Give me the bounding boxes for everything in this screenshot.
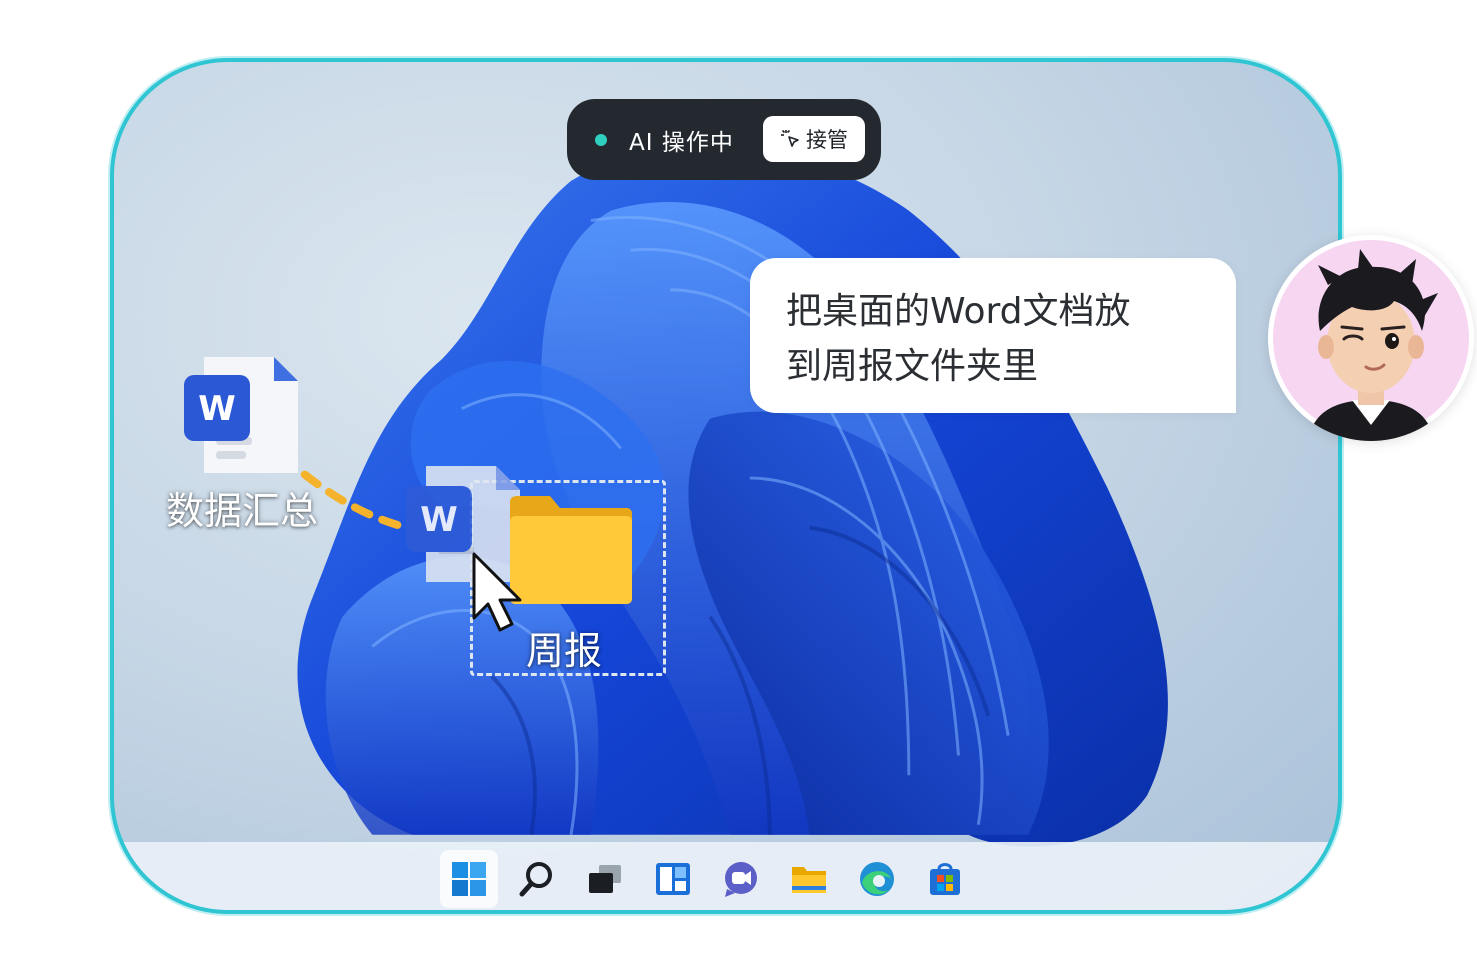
svg-text:W: W	[420, 500, 458, 540]
user-avatar-icon	[1273, 240, 1469, 441]
word-document-icon[interactable]: W	[182, 357, 302, 475]
takeover-label: 接管	[806, 128, 848, 152]
taskbar-icons	[440, 848, 974, 910]
taskbar-store-button[interactable]	[916, 850, 974, 908]
mouse-cursor-icon	[472, 552, 522, 632]
user-avatar	[1268, 235, 1474, 441]
ai-status-bar: AI 操作中 接管	[567, 99, 881, 180]
instruction-line-1: 把桌面的Word文档放	[786, 291, 1131, 332]
status-dot	[595, 133, 607, 146]
status-text: AI 操作中	[629, 129, 734, 156]
taskbar-task-view-button[interactable]	[576, 850, 634, 908]
teams-chat-icon	[725, 862, 757, 897]
svg-text:W: W	[198, 389, 236, 429]
taskbar-edge-button[interactable]	[848, 850, 906, 908]
takeover-button[interactable]: 接管	[763, 116, 865, 162]
search-icon	[519, 862, 552, 897]
microsoft-store-icon	[930, 863, 960, 895]
instruction-bubble: 把桌面的Word文档放 到周报文件夹里	[750, 258, 1236, 413]
taskbar-chat-button[interactable]	[712, 850, 770, 908]
file-label-data-summary: 数据汇总	[166, 489, 319, 533]
cursor-click-icon	[781, 129, 799, 147]
taskbar-search-button[interactable]	[508, 850, 566, 908]
widgets-icon	[656, 863, 690, 895]
file-label-weekly-report: 周报	[526, 629, 603, 673]
windows-start-icon	[452, 862, 486, 896]
file-explorer-icon	[792, 867, 826, 893]
edge-browser-icon	[860, 862, 894, 896]
taskbar-start-button[interactable]	[440, 850, 498, 908]
taskbar-widgets-button[interactable]	[644, 850, 702, 908]
taskbar-explorer-button[interactable]	[780, 850, 838, 908]
taskbar	[114, 842, 1338, 910]
task-view-icon	[589, 865, 621, 893]
instruction-line-2: 到周报文件夹里	[786, 346, 1039, 387]
